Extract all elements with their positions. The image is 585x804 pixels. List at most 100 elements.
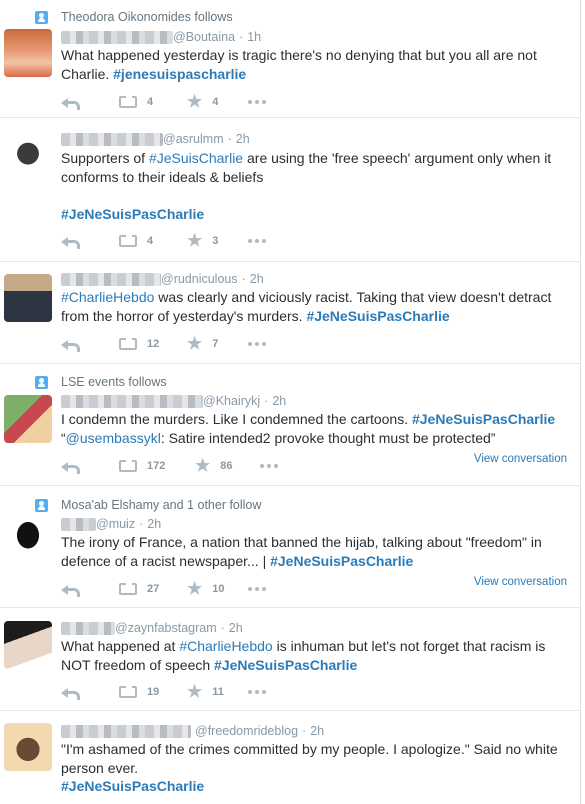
reply-icon[interactable] (61, 337, 80, 352)
separator: · (139, 517, 144, 531)
hashtag-link[interactable]: #JeNeSuisPasCharlie (270, 553, 413, 569)
avatar[interactable] (4, 29, 52, 77)
star-icon[interactable]: ★ (187, 335, 202, 352)
retweet-icon[interactable] (119, 582, 137, 595)
redacted-name (61, 272, 161, 286)
text-span: NOT freedom of speech (61, 656, 215, 673)
hashtag-link[interactable]: #jenesuispascharlie (113, 66, 246, 82)
redacted-name (61, 724, 191, 738)
retweet-action[interactable]: 27 (119, 582, 187, 595)
hashtag-link[interactable]: #JeNeSuisPasCharlie (306, 308, 449, 324)
avatar[interactable] (4, 132, 52, 180)
star-icon[interactable]: ★ (187, 683, 202, 700)
reply-icon[interactable] (61, 459, 80, 474)
user-handle[interactable]: @Boutaina (173, 30, 235, 44)
tweet-item[interactable]: @rudniculous · 2h #CharlieHebdo was clea… (0, 262, 581, 364)
hashtag-link[interactable]: #JeNeSuisPasCharlie (61, 206, 204, 222)
hashtag-link[interactable]: #CharlieHebdo (61, 289, 154, 305)
tweet-time[interactable]: 1h (247, 30, 261, 44)
retweet-icon[interactable] (119, 234, 137, 247)
star-icon[interactable]: ★ (187, 232, 202, 249)
user-handle[interactable]: @asrulmm (163, 132, 224, 146)
hashtag-link[interactable]: #JeNeSuisPasCharlie (412, 411, 555, 427)
tweet-timeline: Theodora Oikonomides follows @Boutaina ·… (0, 0, 581, 804)
reply-icon[interactable] (61, 234, 80, 249)
hashtag-link[interactable]: #JeSuisCharlie (149, 150, 243, 166)
avatar[interactable] (4, 516, 52, 564)
star-icon[interactable]: ★ (187, 93, 202, 110)
tweet-item[interactable]: LSE events follows @Khairykj · 2h I cond… (0, 364, 581, 486)
retweet-icon[interactable] (119, 95, 137, 108)
retweet-icon[interactable] (119, 685, 137, 698)
more-icon[interactable] (248, 239, 268, 243)
favorite-action[interactable]: ★ 3 (187, 232, 248, 249)
tweet-time[interactable]: 2h (310, 724, 324, 738)
person-follow-icon (35, 498, 48, 512)
retweet-count: 172 (147, 460, 166, 472)
tweet-item[interactable]: @asrulmm · 2h Supporters of #JeSuisCharl… (0, 118, 581, 262)
tweet-header: @rudniculous · 2h (61, 270, 264, 288)
tweet-line: NOT freedom of speech #JeNeSuisPasCharli… (61, 656, 566, 675)
view-conversation-link[interactable]: View conversation (474, 576, 567, 588)
tweet-line: Charlie. #jenesuispascharlie (61, 65, 566, 84)
tweet-actions: 19 ★ 11 (61, 682, 268, 702)
reply-icon[interactable] (61, 685, 80, 700)
favorite-action[interactable]: ★ 10 (187, 580, 248, 597)
follow-context-text: Mosa'ab Elshamy and 1 other follow (61, 498, 262, 512)
tweet-item[interactable]: @freedomrideblog · 2h "I'm ashamed of th… (0, 711, 581, 804)
retweet-action[interactable]: 4 (119, 234, 187, 247)
tweet-time[interactable]: 2h (229, 621, 243, 635)
retweet-icon[interactable] (119, 337, 137, 350)
view-conversation-link[interactable]: View conversation (474, 453, 567, 465)
star-icon[interactable]: ★ (187, 580, 202, 597)
tweet-time[interactable]: 2h (272, 394, 286, 408)
reply-icon[interactable] (61, 95, 80, 110)
tweet-actions: 4 ★ 3 (61, 231, 268, 251)
tweet-line: #CharlieHebdo was clearly and viciously … (61, 288, 566, 307)
mention-link[interactable]: @usembassykl (66, 430, 161, 446)
retweet-count: 27 (147, 583, 160, 595)
user-handle[interactable]: @freedomrideblog (195, 724, 298, 738)
reply-icon[interactable] (61, 582, 80, 597)
user-handle[interactable]: @Khairykj (203, 394, 260, 408)
redacted-name (61, 517, 96, 531)
tweet-line: I condemn the murders. Like I condemned … (61, 410, 566, 429)
hashtag-link[interactable]: #CharlieHebdo (179, 638, 272, 654)
favorite-action[interactable]: ★ 86 (195, 457, 260, 474)
user-handle[interactable]: @zaynfabstagram (115, 621, 217, 635)
more-icon[interactable] (248, 342, 268, 346)
retweet-action[interactable]: 19 (119, 685, 187, 698)
hashtag-link[interactable]: #JeNeSuisPasCharlie (214, 657, 357, 673)
tweet-line: Supporters of #JeSuisCharlie are using t… (61, 149, 566, 168)
avatar[interactable] (4, 621, 52, 669)
separator: · (241, 272, 246, 286)
favorite-action[interactable]: ★ 11 (187, 683, 248, 700)
avatar[interactable] (4, 723, 52, 771)
more-icon[interactable] (248, 100, 268, 104)
user-handle[interactable]: @muiz (96, 517, 135, 531)
more-icon[interactable] (260, 464, 280, 468)
tweet-item[interactable]: Mosa'ab Elshamy and 1 other follow @muiz… (0, 486, 581, 608)
tweet-line: The irony of France, a nation that banne… (61, 534, 542, 550)
tweet-time[interactable]: 2h (147, 517, 161, 531)
tweet-item[interactable]: Theodora Oikonomides follows @Boutaina ·… (0, 0, 581, 118)
more-icon[interactable] (248, 587, 268, 591)
hashtag-link[interactable]: #JeNeSuisPasCharlie (61, 778, 204, 794)
retweet-icon[interactable] (119, 459, 137, 472)
tweet-time[interactable]: 2h (250, 272, 264, 286)
user-handle[interactable]: @rudniculous (161, 272, 238, 286)
avatar[interactable] (4, 395, 52, 443)
favorite-action[interactable]: ★ 7 (187, 335, 248, 352)
more-icon[interactable] (248, 690, 268, 694)
tweet-time[interactable]: 2h (236, 132, 250, 146)
star-icon[interactable]: ★ (195, 457, 210, 474)
retweet-action[interactable]: 12 (119, 337, 187, 350)
separator: · (239, 30, 244, 44)
tweet-item[interactable]: @zaynfabstagram · 2h What happened at #C… (0, 608, 581, 711)
tweet-line: #JeNeSuisPasCharlie (61, 777, 566, 796)
retweet-action[interactable]: 172 (119, 459, 195, 472)
retweet-action[interactable]: 4 (119, 95, 187, 108)
text-span: are using the 'free speech' argument onl… (243, 150, 552, 166)
avatar[interactable] (4, 274, 52, 322)
favorite-action[interactable]: ★ 4 (187, 93, 248, 110)
